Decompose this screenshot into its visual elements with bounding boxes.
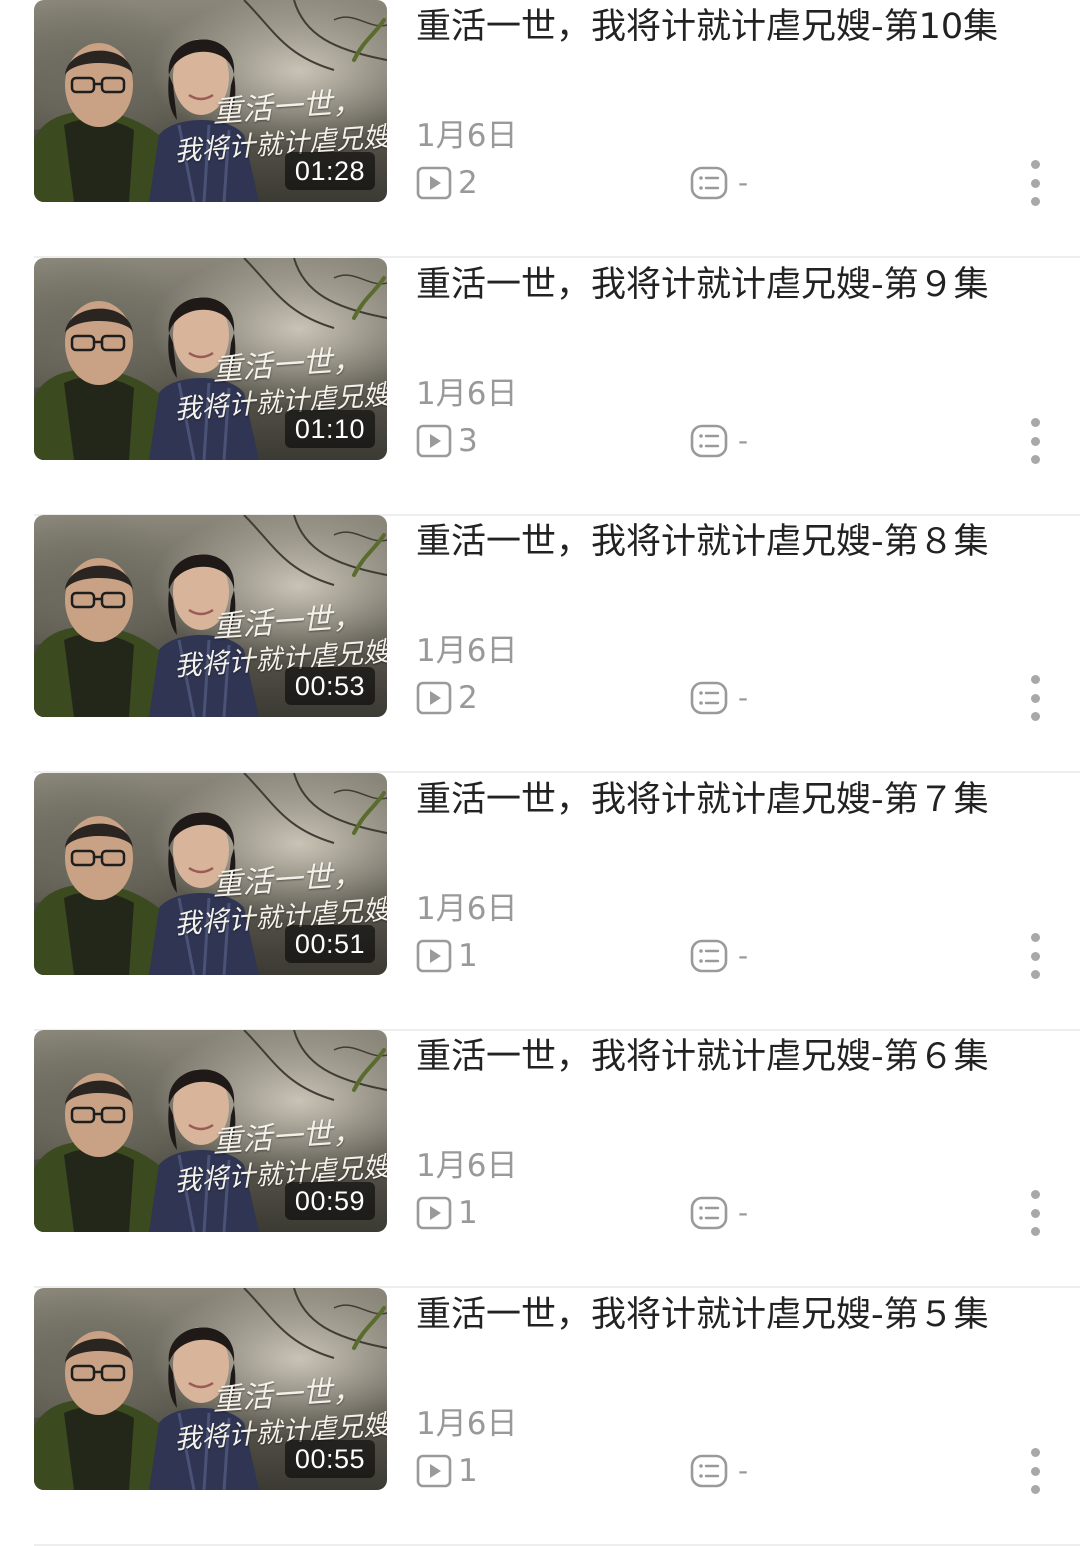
duration-badge: 00:53 xyxy=(284,667,375,705)
video-title[interactable]: 重活一世，我将计就计虐兄嫂-第10集 xyxy=(416,0,1056,54)
more-dot-icon xyxy=(1030,970,1040,979)
more-dot-icon xyxy=(1030,712,1040,721)
more-dot-icon xyxy=(1030,1485,1040,1494)
more-options-button[interactable] xyxy=(1022,1448,1048,1494)
duration-badge: 00:59 xyxy=(284,1182,375,1220)
more-dot-icon xyxy=(1030,675,1040,684)
more-options-button[interactable] xyxy=(1022,160,1048,206)
more-options-button[interactable] xyxy=(1022,675,1048,721)
duration-badge: 00:51 xyxy=(284,925,375,963)
play-icon xyxy=(416,939,452,973)
comment-count-value: - xyxy=(738,1454,749,1487)
comment-count-value: - xyxy=(738,166,749,199)
play-count-value: 2 xyxy=(458,165,478,201)
more-dot-icon xyxy=(1030,455,1040,464)
comment-count[interactable]: - xyxy=(690,936,748,976)
comment-count[interactable]: - xyxy=(690,163,748,203)
more-options-button[interactable] xyxy=(1022,933,1048,979)
publish-date: 1月6日 xyxy=(416,118,518,154)
video-thumbnail[interactable]: 重活一世， 我将计就计虐兄嫂 00:51 xyxy=(34,773,387,975)
publish-date: 1月6日 xyxy=(416,1148,518,1184)
video-thumbnail[interactable]: 重活一世， 我将计就计虐兄嫂 00:53 xyxy=(34,515,387,717)
comment-count-value: - xyxy=(738,939,749,972)
play-count: 1 xyxy=(416,936,478,976)
video-item[interactable]: 重活一世， 我将计就计虐兄嫂 00:51 重活一世，我将计就计虐兄嫂-第７集 1… xyxy=(0,773,1080,1031)
more-dot-icon xyxy=(1030,418,1040,427)
video-item[interactable]: 重活一世， 我将计就计虐兄嫂 00:55 重活一世，我将计就计虐兄嫂-第５集 1… xyxy=(0,1288,1080,1546)
publish-date: 1月6日 xyxy=(416,376,518,412)
play-count-value: 1 xyxy=(458,1195,478,1231)
more-dot-icon xyxy=(1030,933,1040,942)
more-dot-icon xyxy=(1030,1208,1040,1218)
video-list: 重活一世， 我将计就计虐兄嫂 01:28 重活一世，我将计就计虐兄嫂-第10集 … xyxy=(0,0,1080,1546)
play-count-value: 3 xyxy=(458,423,478,459)
more-dot-icon xyxy=(1030,693,1040,703)
video-title[interactable]: 重活一世，我将计就计虐兄嫂-第５集 xyxy=(416,1288,1056,1342)
duration-badge: 01:10 xyxy=(284,410,375,448)
play-count-value: 1 xyxy=(458,1453,478,1489)
publish-date: 1月6日 xyxy=(416,891,518,927)
video-item[interactable]: 重活一世， 我将计就计虐兄嫂 00:53 重活一世，我将计就计虐兄嫂-第８集 1… xyxy=(0,515,1080,773)
video-item[interactable]: 重活一世， 我将计就计虐兄嫂 01:28 重活一世，我将计就计虐兄嫂-第10集 … xyxy=(0,0,1080,258)
comment-icon xyxy=(690,1454,728,1488)
more-dot-icon xyxy=(1030,1190,1040,1199)
more-dot-icon xyxy=(1030,1466,1040,1476)
video-thumbnail[interactable]: 重活一世， 我将计就计虐兄嫂 01:10 xyxy=(34,258,387,460)
video-title[interactable]: 重活一世，我将计就计虐兄嫂-第８集 xyxy=(416,515,1056,569)
video-thumbnail[interactable]: 重活一世， 我将计就计虐兄嫂 01:28 xyxy=(34,0,387,202)
play-count: 3 xyxy=(416,421,478,461)
duration-badge: 00:55 xyxy=(284,1440,375,1478)
more-dot-icon xyxy=(1030,160,1040,169)
video-title[interactable]: 重活一世，我将计就计虐兄嫂-第７集 xyxy=(416,773,1056,827)
more-options-button[interactable] xyxy=(1022,1190,1048,1236)
comment-count-value: - xyxy=(738,424,749,457)
comment-count-value: - xyxy=(738,681,749,714)
comment-icon xyxy=(690,1196,728,1230)
comment-count[interactable]: - xyxy=(690,1193,748,1233)
comment-icon xyxy=(690,166,728,200)
play-icon xyxy=(416,1454,452,1488)
comment-count-value: - xyxy=(738,1196,749,1229)
comment-count[interactable]: - xyxy=(690,1451,748,1491)
play-count: 1 xyxy=(416,1193,478,1233)
more-dot-icon xyxy=(1030,1227,1040,1236)
video-item[interactable]: 重活一世， 我将计就计虐兄嫂 01:10 重活一世，我将计就计虐兄嫂-第９集 1… xyxy=(0,258,1080,516)
more-dot-icon xyxy=(1030,1448,1040,1457)
play-count: 2 xyxy=(416,163,478,203)
publish-date: 1月6日 xyxy=(416,633,518,669)
more-dot-icon xyxy=(1030,436,1040,446)
play-count-value: 2 xyxy=(458,680,478,716)
publish-date: 1月6日 xyxy=(416,1406,518,1442)
comment-icon xyxy=(690,424,728,458)
comment-count[interactable]: - xyxy=(690,678,748,718)
play-count: 1 xyxy=(416,1451,478,1491)
play-icon xyxy=(416,166,452,200)
comment-icon xyxy=(690,681,728,715)
play-count: 2 xyxy=(416,678,478,718)
more-dot-icon xyxy=(1030,197,1040,206)
play-count-value: 1 xyxy=(458,938,478,974)
more-dot-icon xyxy=(1030,951,1040,961)
video-title[interactable]: 重活一世，我将计就计虐兄嫂-第６集 xyxy=(416,1030,1056,1084)
comment-icon xyxy=(690,939,728,973)
play-icon xyxy=(416,681,452,715)
play-icon xyxy=(416,424,452,458)
more-dot-icon xyxy=(1030,178,1040,188)
video-thumbnail[interactable]: 重活一世， 我将计就计虐兄嫂 00:55 xyxy=(34,1288,387,1490)
duration-badge: 01:28 xyxy=(284,152,375,190)
video-thumbnail[interactable]: 重活一世， 我将计就计虐兄嫂 00:59 xyxy=(34,1030,387,1232)
play-icon xyxy=(416,1196,452,1230)
video-item[interactable]: 重活一世， 我将计就计虐兄嫂 00:59 重活一世，我将计就计虐兄嫂-第６集 1… xyxy=(0,1030,1080,1288)
comment-count[interactable]: - xyxy=(690,421,748,461)
more-options-button[interactable] xyxy=(1022,418,1048,464)
video-title[interactable]: 重活一世，我将计就计虐兄嫂-第９集 xyxy=(416,258,1056,312)
